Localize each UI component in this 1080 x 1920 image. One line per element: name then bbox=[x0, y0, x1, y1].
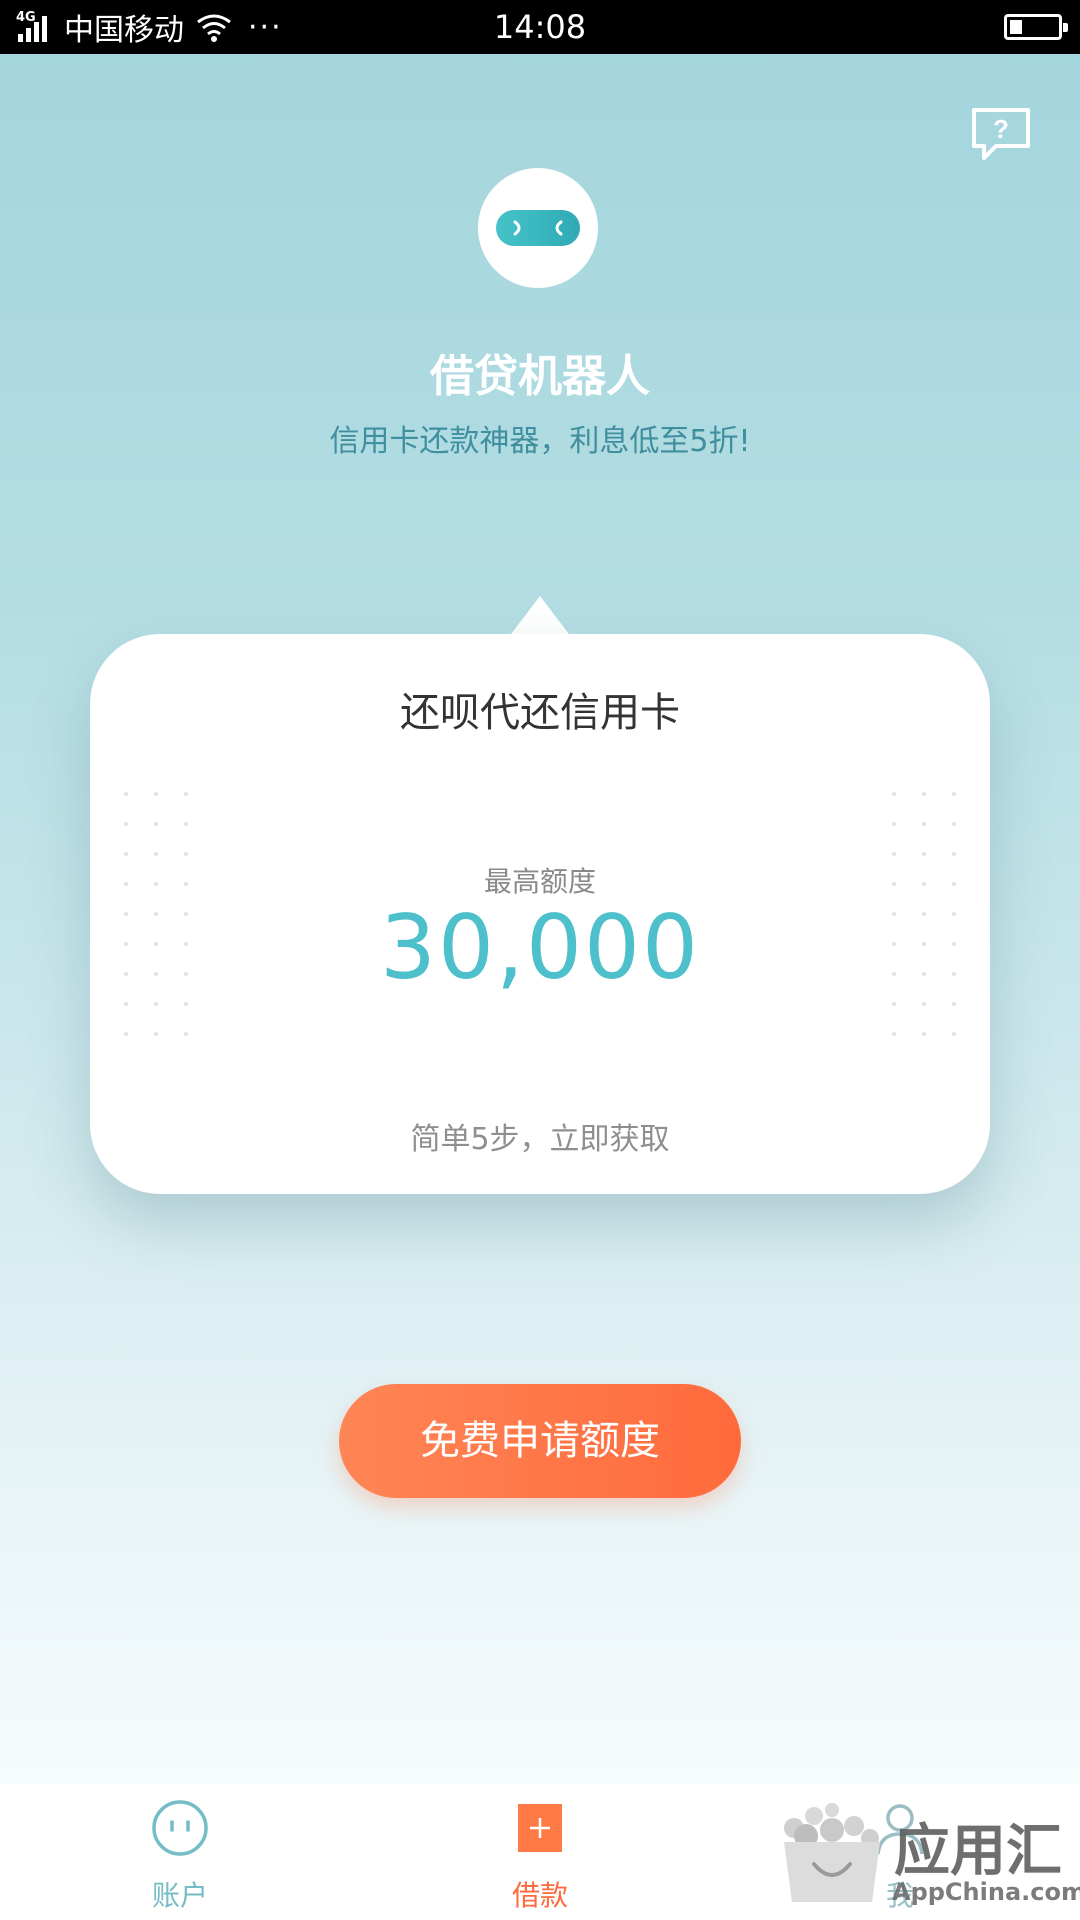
appchina-watermark: 应用汇 AppChina.com bbox=[776, 1800, 1080, 1920]
nav-item-loan[interactable]: 借款 bbox=[440, 1784, 640, 1920]
nav-label-account: 账户 bbox=[151, 1879, 208, 1912]
nav-item-account[interactable]: 账户 bbox=[80, 1784, 280, 1920]
card-pointer bbox=[508, 596, 572, 638]
status-time: 14:08 bbox=[493, 8, 587, 46]
nav-label-loan: 借款 bbox=[511, 1879, 568, 1912]
question-chat-icon[interactable]: ? bbox=[970, 106, 1032, 162]
card-title: 还呗代还信用卡 bbox=[400, 690, 680, 736]
max-limit-amount: 30,000 bbox=[380, 896, 700, 999]
battery-icon bbox=[1004, 14, 1068, 40]
robot-eye-left bbox=[513, 220, 521, 236]
watermark-logo-icon bbox=[784, 1803, 880, 1902]
face-circle-icon bbox=[152, 1800, 208, 1856]
app-title: 借贷机器人 bbox=[430, 351, 650, 402]
watermark-text: 应用汇 bbox=[894, 1819, 1062, 1884]
robot-visor bbox=[496, 210, 580, 246]
robot-eye-right bbox=[555, 220, 563, 236]
max-limit-label: 最高额度 bbox=[483, 865, 596, 898]
app-subtitle: 信用卡还款神器，利息低至5折! bbox=[329, 424, 751, 459]
credit-offer-card[interactable]: 还呗代还信用卡 最高额度 30,000 简单5步，立即获取 bbox=[90, 634, 990, 1194]
status-bar: 4G 中国移动 ··· 14:08 bbox=[0, 0, 1080, 54]
card-hint: 简单5步，立即获取 bbox=[410, 1122, 670, 1157]
robot-face-icon bbox=[478, 168, 598, 288]
svg-text:?: ? bbox=[993, 114, 1009, 144]
watermark-sub: AppChina.com bbox=[892, 1878, 1080, 1906]
plus-square-icon bbox=[518, 1804, 562, 1852]
apply-limit-button[interactable]: 免费申请额度 bbox=[339, 1384, 741, 1498]
app-screen: 4G 中国移动 ··· 14:08 ? 借贷机器人 信用卡还款神器，利息低至5折… bbox=[0, 0, 1080, 1920]
